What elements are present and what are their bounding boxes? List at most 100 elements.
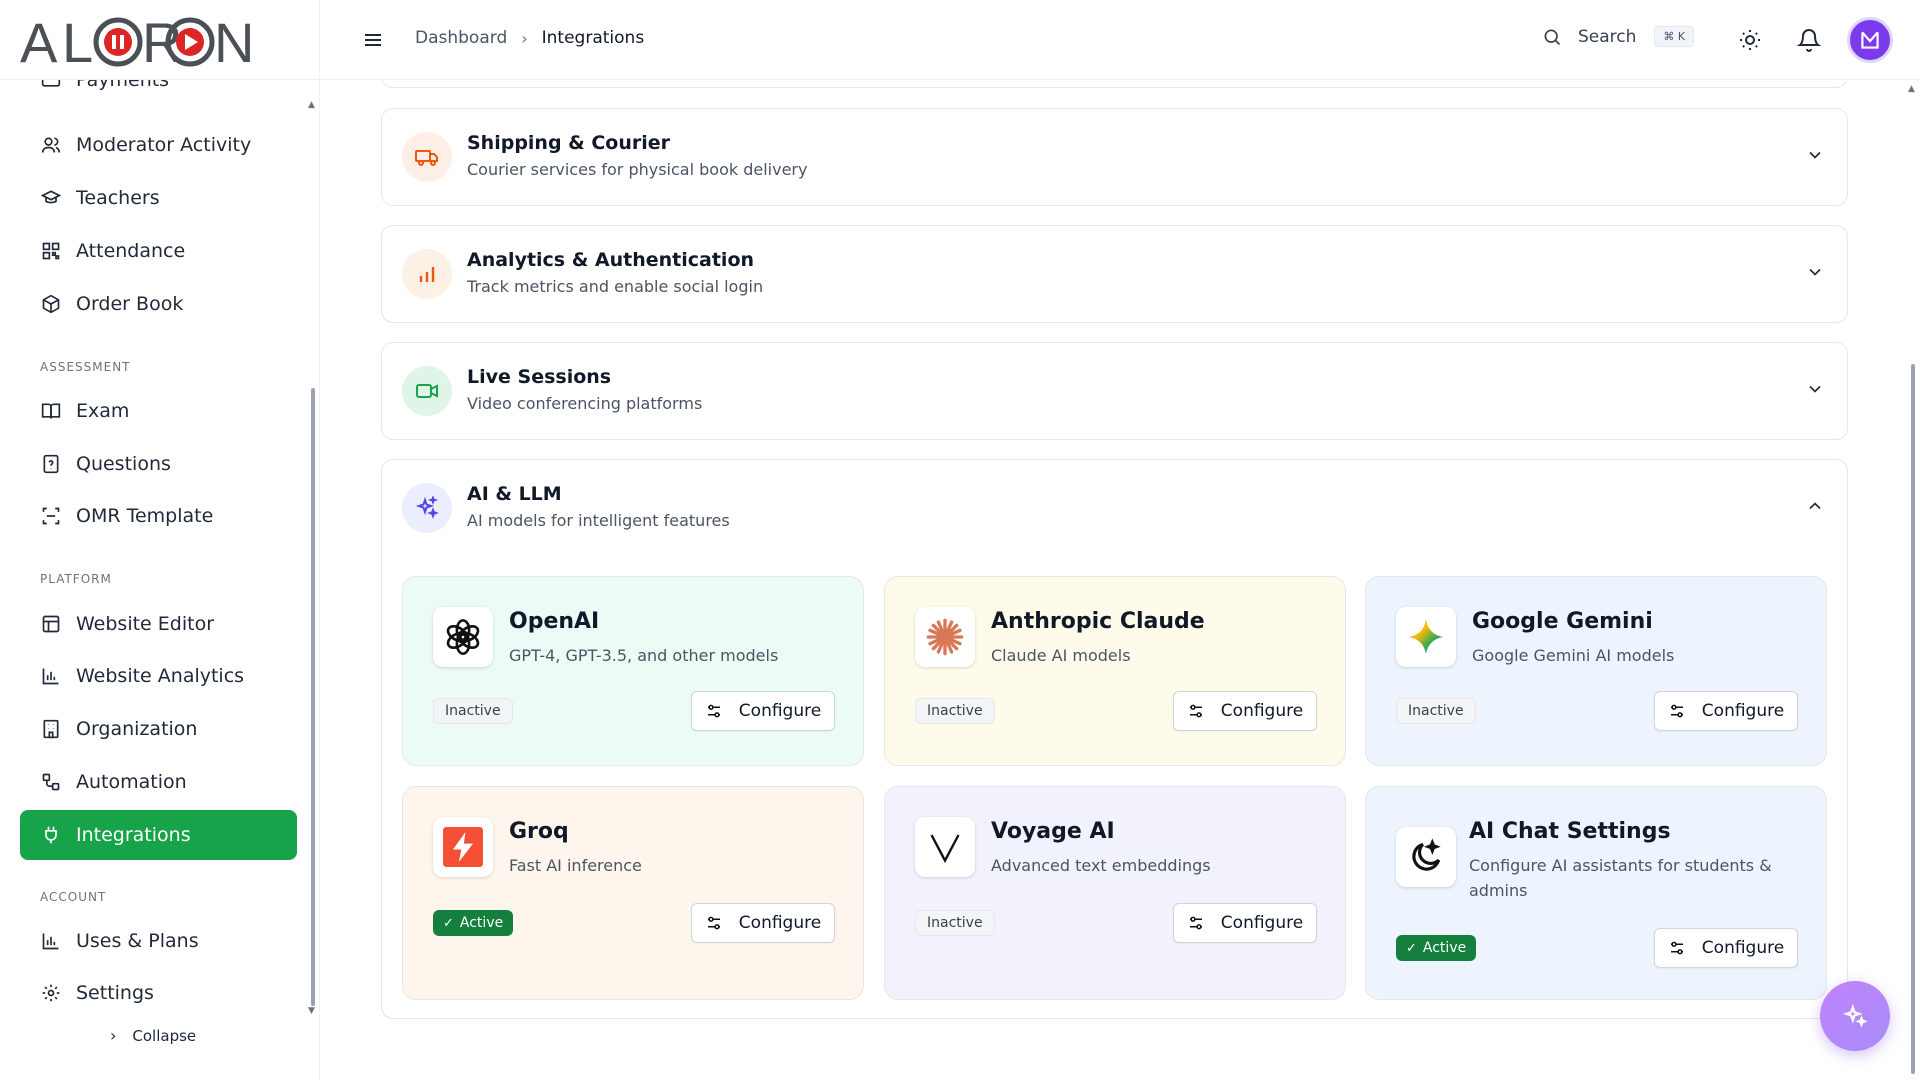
breadcrumb: Dashboard › Integrations — [415, 28, 644, 48]
collapse-button[interactable]: › Collapse — [110, 1026, 196, 1045]
configure-label: Configure — [738, 701, 822, 721]
settings-sliders-icon — [1670, 704, 1683, 718]
section-label-assessment: ASSESSMENT — [40, 360, 131, 374]
bar-chart-icon — [40, 930, 62, 952]
sidebar-item-uses-plans[interactable]: Uses & Plans — [20, 916, 297, 966]
main-scroll-up[interactable]: ▲ — [1908, 84, 1915, 94]
check-icon: ✓ — [1406, 940, 1417, 956]
sidebar-item-exam[interactable]: Exam — [20, 386, 297, 436]
check-icon: ✓ — [443, 915, 454, 931]
search-label: Search — [1578, 26, 1637, 47]
panel-title: Live Sessions — [467, 366, 612, 388]
main-scrollbar[interactable] — [1911, 364, 1915, 1074]
configure-label: Configure — [1220, 701, 1304, 721]
panel-header[interactable]: Live Sessions Video conferencing platfor… — [382, 343, 1847, 439]
panel-header[interactable]: AI & LLM AI models for intelligent featu… — [382, 460, 1847, 556]
previous-panel — [381, 81, 1848, 88]
file-question-icon — [40, 453, 62, 475]
chevron-down-icon[interactable] — [1805, 379, 1825, 399]
search-icon — [1544, 29, 1561, 45]
settings-sliders-icon — [707, 916, 720, 930]
book-open-icon — [40, 400, 62, 422]
menu-toggle-button[interactable] — [361, 28, 385, 52]
configure-button[interactable]: Configure — [691, 691, 835, 731]
configure-button[interactable]: Configure — [1173, 903, 1317, 943]
search-button[interactable]: Search ⌘ K — [1542, 26, 1695, 47]
bell-icon — [1796, 29, 1822, 52]
building-icon — [40, 718, 62, 740]
configure-label: Configure — [1220, 913, 1304, 933]
video-icon — [402, 366, 452, 416]
sidebar-item-payments[interactable]: Payments — [20, 80, 297, 105]
panel-live-sessions[interactable]: Live Sessions Video conferencing platfor… — [381, 342, 1848, 440]
panel-shipping-courier[interactable]: Shipping & Courier Courier services for … — [381, 108, 1848, 206]
settings-sliders-icon — [1670, 941, 1683, 955]
sidebar-item-order-book[interactable]: Order Book — [20, 279, 297, 329]
panel-ai-llm: AI & LLM AI models for intelligent featu… — [381, 459, 1848, 1019]
sidebar-item-website-analytics[interactable]: Website Analytics — [20, 651, 297, 701]
workflow-icon — [40, 771, 62, 793]
integration-description: Fast AI inference — [509, 856, 642, 875]
settings-sliders-icon — [707, 704, 720, 718]
avatar[interactable] — [1847, 17, 1893, 63]
breadcrumb-dashboard[interactable]: Dashboard — [415, 28, 507, 48]
sidebar-item-label: Settings — [76, 982, 154, 1004]
integration-card-openai: OpenAI GPT-4, GPT-3.5, and other models … — [402, 576, 864, 766]
panel-subtitle: Track metrics and enable social login — [467, 277, 764, 296]
sidebar-item-moderator-activity[interactable]: Moderator Activity — [20, 120, 297, 170]
aloron-logo[interactable]: A L R N — [20, 12, 260, 70]
claude-logo-icon — [915, 607, 975, 667]
panel-subtitle: Video conferencing platforms — [467, 394, 703, 413]
theme-toggle-button[interactable] — [1738, 28, 1762, 52]
sidebar-item-organization[interactable]: Organization — [20, 704, 297, 754]
configure-button[interactable]: Configure — [691, 903, 835, 943]
sparkles-icon — [1842, 1003, 1868, 1028]
panel-analytics-authentication[interactable]: Analytics & Authentication Track metrics… — [381, 225, 1848, 323]
status-badge: Inactive — [1396, 698, 1476, 724]
voyage-logo-icon — [915, 817, 975, 877]
sidebar-item-automation[interactable]: Automation — [20, 757, 297, 807]
sidebar-item-label: Uses & Plans — [76, 930, 199, 952]
configure-button[interactable]: Configure — [1654, 691, 1798, 731]
sidebar-nav: Payments Moderator Activity Teachers Att… — [0, 80, 320, 1020]
settings-sliders-icon — [1189, 704, 1202, 718]
ai-assistant-button[interactable] — [1820, 981, 1890, 1051]
sidebar-item-settings[interactable]: Settings — [20, 968, 297, 1018]
panel-header[interactable]: Shipping & Courier Courier services for … — [382, 109, 1847, 205]
plug-icon — [40, 824, 62, 846]
panel-header[interactable]: Analytics & Authentication Track metrics… — [382, 226, 1847, 322]
integration-description: Claude AI models — [991, 646, 1131, 665]
chevron-down-icon[interactable] — [1805, 262, 1825, 282]
status-badge: ✓ Active — [433, 910, 514, 936]
package-icon — [40, 293, 62, 315]
sidebar-item-attendance[interactable]: Attendance — [20, 226, 297, 276]
sidebar-item-label: Payments — [76, 80, 170, 91]
integration-name: OpenAI — [509, 609, 600, 634]
sidebar-item-integrations[interactable]: Integrations — [20, 810, 297, 860]
collapse-label: Collapse — [132, 1026, 197, 1045]
sidebar-item-teachers[interactable]: Teachers — [20, 173, 297, 223]
sidebar-scrollbar[interactable] — [311, 388, 315, 1006]
chevron-up-icon[interactable] — [1805, 496, 1825, 516]
configure-button[interactable]: Configure — [1654, 928, 1798, 968]
notifications-button[interactable] — [1796, 28, 1822, 52]
integration-card-anthropic-claude: Anthropic Claude Claude AI models Inacti… — [884, 576, 1346, 766]
sidebar-item-omr-template[interactable]: OMR Template — [20, 491, 297, 541]
status-label: Active — [1422, 940, 1467, 956]
bar-chart-icon — [40, 665, 62, 687]
configure-button[interactable]: Configure — [1173, 691, 1317, 731]
chevron-down-icon[interactable] — [1805, 145, 1825, 165]
sidebar-item-website-editor[interactable]: Website Editor — [20, 599, 297, 649]
integration-card-voyage-ai: Voyage AI Advanced text embeddings Inact… — [884, 786, 1346, 1000]
sidebar-item-label: Order Book — [76, 293, 184, 315]
settings-sliders-icon — [1189, 916, 1202, 930]
status-badge: ✓ Active — [1396, 935, 1477, 961]
sidebar-scroll-up[interactable]: ▲ — [308, 100, 315, 110]
ai-chat-logo-icon — [1396, 827, 1456, 887]
integration-name: AI Chat Settings — [1469, 819, 1671, 844]
sidebar-scroll-down[interactable]: ▼ — [308, 1006, 315, 1016]
chevron-right-icon: › — [110, 1026, 117, 1045]
sidebar-item-questions[interactable]: Questions — [20, 439, 297, 489]
panel-subtitle: AI models for intelligent features — [467, 511, 730, 530]
panel-title: Shipping & Courier — [467, 132, 671, 154]
